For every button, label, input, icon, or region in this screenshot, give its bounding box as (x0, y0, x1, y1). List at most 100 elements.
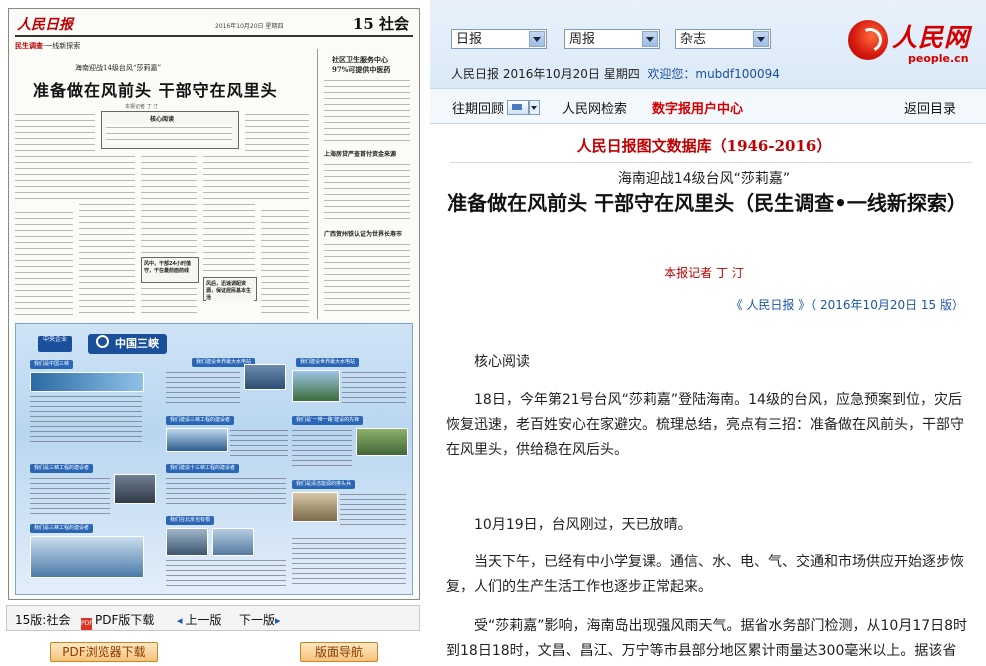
np-side-title-3: 上海房贷严查首付资金来源 (324, 151, 397, 158)
np-subhead-1: 风中，干部24小时值守，干在最前面前线 (144, 260, 196, 274)
people-logo-icon (848, 20, 888, 60)
ad-tab: 我们建设世界最大水电站 (296, 358, 360, 367)
article-content: 人民日报图文数据库（1946-2016） 海南迎战14级台风“莎莉嘉” 准备做在… (436, 124, 972, 666)
np-main-story[interactable]: 海南迎战14级台风“莎莉嘉” 准备做在风前头 干部守在风里头 本报记者 丁 汀 … (15, 49, 313, 319)
article-paragraph: 受“莎莉嘉”影响，海南岛出现强风雨天气。据省水务部门检测，从10月17日8时到1… (446, 618, 968, 659)
article-paragraph: 10月19日，台风刚过，天已放晴。 (474, 517, 692, 533)
np-logo: 人民日报 (17, 17, 73, 33)
chevron-down-icon[interactable] (529, 100, 541, 115)
ad-tab: 我们建造十三峡工程的建设者 (166, 464, 240, 473)
np-sidebar-news[interactable]: 社区卫生服务中心 97%可提供中医药 上海房贷严查首付资金来源 广西贺州铁认证为… (317, 49, 414, 319)
ad-text-block (30, 476, 110, 516)
np-text-block (324, 241, 410, 315)
back-to-index-link[interactable]: 返回目录 (904, 98, 956, 117)
prev-page-link[interactable]: ◂ 上一版 (177, 611, 222, 628)
layout-nav-button[interactable]: 版面导航 (300, 642, 378, 662)
ad-photo (292, 492, 338, 522)
ad-photo (30, 536, 144, 578)
article-reporter: 本报记者 丁 汀 (664, 266, 744, 280)
back-issues-link[interactable]: 往期回顾 (452, 98, 541, 117)
np-section-number: 15 社会 (352, 15, 409, 33)
daily-select-value: 日报 (456, 32, 483, 47)
ad-text-block (230, 428, 288, 456)
ad-badge: 中央企业 (38, 336, 72, 352)
ad-photo (114, 474, 156, 504)
page-label[interactable]: 15版:社会 (15, 611, 70, 628)
ad-text-block (30, 394, 142, 444)
weekly-select[interactable]: 周报 (564, 29, 660, 49)
np-subhead-box: 风后，迅速调配资源，保证居民基本生活 (203, 277, 257, 301)
ad-photo (166, 428, 228, 452)
next-page-label: 下一版 (239, 613, 276, 627)
np-text-block (203, 153, 255, 273)
np-byline: 本报记者 丁 汀 (125, 104, 159, 110)
np-text-block (324, 161, 410, 221)
ad-photo (30, 372, 144, 392)
np-text-block (15, 209, 73, 315)
pdf-download-link[interactable]: PDF PDF版下载 (81, 611, 154, 630)
back-issues-label: 往期回顾 (452, 102, 505, 117)
pdf-download-label: PDF版下载 (95, 613, 155, 627)
ad-tab: 我们是三峡工程的建设者 (30, 524, 94, 533)
prev-page-label: 上一版 (185, 613, 222, 627)
np-text-block (324, 77, 410, 141)
np-summary-box: 核心阅读 (101, 111, 239, 149)
np-advertisement[interactable]: 中央企业 中国三峡 我们是中国三峡 我们建设世界最大水电站 我们建设世界最大水电… (15, 323, 413, 595)
digital-center-link[interactable]: 数字报用户中心 (652, 98, 743, 117)
np-text-block (106, 124, 232, 144)
np-side-title-4: 广西贺州铁认证为世界长寿市 (324, 231, 403, 238)
np-summary-title: 核心阅读 (150, 114, 175, 123)
article-source-link[interactable]: 《 人民日报 》（ 2016年10月20日 15 版） (731, 296, 964, 313)
calendar-icon[interactable] (507, 100, 530, 115)
np-text-block (79, 153, 135, 315)
three-gorges-logo-icon (96, 335, 109, 348)
ad-tab: 我们是三峡工程的建设者 (30, 464, 94, 473)
daily-select[interactable]: 日报 (451, 29, 547, 49)
next-page-link[interactable]: 下一版▸ (239, 611, 284, 628)
issue-date: 人民日报 2016年10月20日 星期四 (451, 67, 640, 81)
newspaper-page-image[interactable]: 人民日报 2016年10月20日 星期四 15 社会 民生调查·一线新探索 海南… (8, 8, 420, 600)
ad-photo (356, 428, 408, 456)
np-kicker: 海南迎战14级台风“莎莉嘉” (75, 64, 162, 72)
divider (450, 162, 972, 163)
ad-photo (212, 528, 254, 556)
ad-text-block (292, 428, 352, 468)
np-side-title-2: 97%可提供中医药 (332, 65, 391, 74)
ad-logo-text: 中国三峡 (115, 337, 159, 350)
ad-tab: 我们是中国三峡 (30, 360, 74, 369)
username: mubdf100094 (695, 67, 780, 81)
ad-tab: 我们建设三峡工程的建设者 (166, 416, 235, 425)
ad-tab: 我们是清洁能源的排头兵 (292, 480, 356, 489)
chevron-down-icon (642, 31, 658, 47)
pdf-browser-download-button[interactable]: PDF浏览器下载 (50, 642, 158, 662)
arrow-right-icon: ▸ (275, 614, 281, 627)
page-nav-bar: 15版:社会 PDF PDF版下载 ◂ 上一版 下一版▸ (6, 605, 420, 631)
article-subheadline: 海南迎战14级台风“莎莉嘉” (617, 171, 791, 187)
chevron-down-icon (753, 31, 769, 47)
article-paragraph: 当天下午，已经有中小学复课。通信、水、电、气、交通和市场供应开始逐步恢复，人们的… (446, 554, 964, 595)
np-subhead-box: 风中，干部24小时值守，干在最前面前线 (141, 257, 199, 283)
search-link[interactable]: 人民网检索 (562, 98, 627, 117)
ad-photo (292, 370, 340, 402)
np-side-title-1: 社区卫生服务中心 (332, 55, 388, 64)
np-text-block (141, 285, 197, 315)
chevron-down-icon (529, 31, 545, 47)
np-date: 2016年10月20日 星期四 (215, 23, 284, 30)
np-masthead: 人民日报 2016年10月20日 星期四 15 社会 (15, 13, 413, 37)
top-toolbar: 日报 周报 杂志 人民日报 2016年10月20日 星期四 欢迎您：mubdf1… (430, 0, 986, 88)
main-nav: 往期回顾 人民网检索 数字报用户中心 返回目录 (430, 88, 986, 124)
pdf-icon: PDF (81, 618, 93, 630)
arrow-left-icon: ◂ (177, 614, 183, 627)
magazine-select-value: 杂志 (680, 32, 707, 47)
ad-photo (244, 364, 286, 390)
magazine-select[interactable]: 杂志 (675, 29, 771, 49)
ad-text-block (342, 370, 406, 404)
ad-text-block (166, 476, 286, 506)
people-cn-logo[interactable]: 人民网 people.cn (848, 18, 982, 70)
logo-url: people.cn (908, 52, 969, 65)
article-headline: 准备做在风前头 干部守在风里头（民生调查•一线新探索） (447, 191, 967, 215)
ad-tab: 我们在北京也有根 (166, 516, 215, 525)
ad-logo: 中国三峡 (88, 334, 167, 354)
np-text-block (141, 153, 197, 253)
article-paragraph: 18日，今年第21号台风“莎莉嘉”登陆海南。14级的台风，应急预案到位，灾后恢复… (446, 392, 964, 458)
